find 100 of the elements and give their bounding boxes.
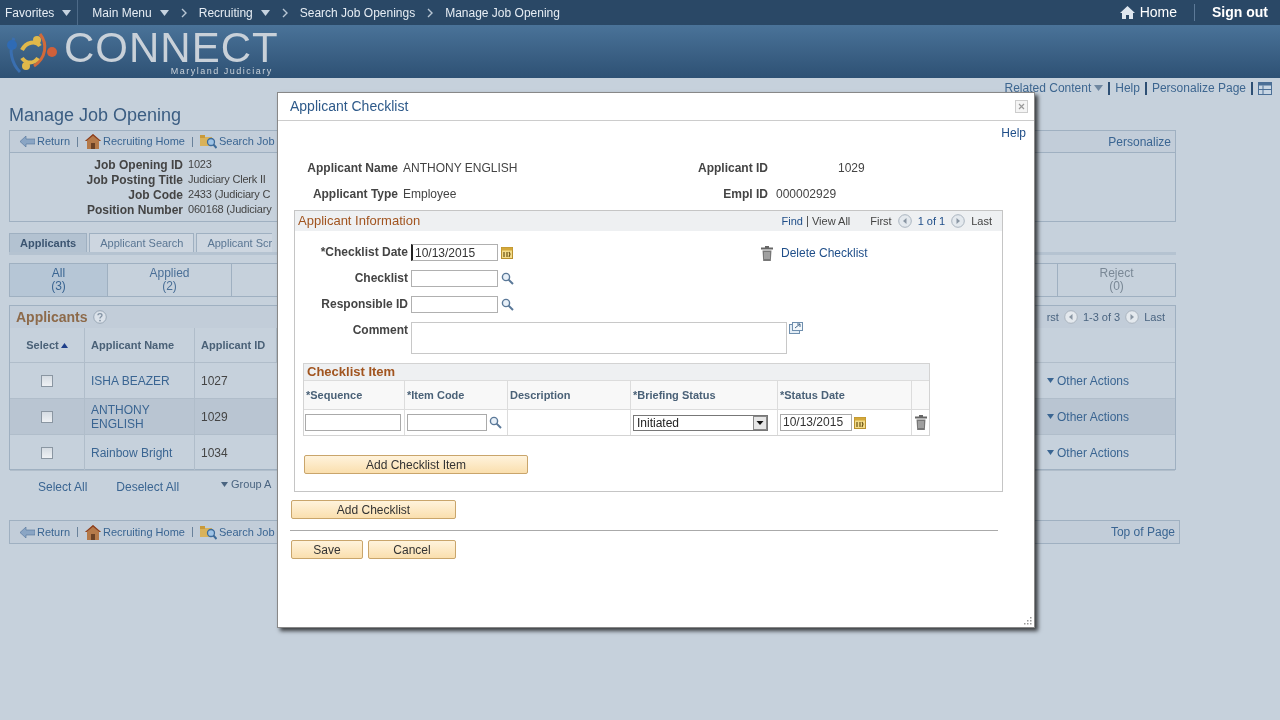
previous-icon[interactable] <box>1063 310 1078 324</box>
calendar-icon[interactable] <box>854 416 866 429</box>
back-arrow-icon <box>20 136 35 147</box>
last-link[interactable]: Last <box>1144 308 1165 326</box>
applicant-name-link[interactable]: Rainbow Bright <box>91 445 173 460</box>
status-tab[interactable]: All (3) <box>10 264 108 296</box>
field-value: 060168 (Judiciary <box>188 202 272 218</box>
toolbar-link[interactable]: Return <box>20 523 71 541</box>
input-field[interactable] <box>411 270 498 287</box>
checkbox[interactable] <box>41 374 53 387</box>
delete-checklist-link[interactable]: Delete Checklist <box>761 244 868 262</box>
table-cell-text: 1029 <box>201 408 228 426</box>
toolbar-link[interactable]: Recruiting Home <box>85 133 185 150</box>
search-icon[interactable] <box>501 298 514 311</box>
add-checklist-item-button[interactable]: Add Checklist Item <box>304 455 528 474</box>
applicant-name-link[interactable]: ISHA BEAZER <box>91 373 170 388</box>
breadcrumb-link[interactable]: Search Job Openings <box>299 3 416 22</box>
field-label: Empl ID <box>722 186 768 203</box>
field-label: *Checklist Date <box>319 244 409 261</box>
search-icon[interactable] <box>501 272 514 285</box>
back-arrow-icon <box>20 526 35 538</box>
next-icon[interactable] <box>1125 310 1140 324</box>
first-link[interactable]: First <box>870 212 892 230</box>
status-tab[interactable]: Applied (2) <box>108 264 232 296</box>
view-all-link[interactable]: View All <box>811 212 851 230</box>
last-link[interactable]: Last <box>971 212 992 230</box>
house-icon <box>85 134 102 149</box>
field-label: Responsible ID <box>320 296 409 313</box>
add-checklist-button[interactable]: Add Checklist <box>291 500 456 519</box>
grid-action-link[interactable]: Deselect All <box>116 478 180 496</box>
chevron-icon <box>281 7 288 18</box>
home-link[interactable]: Home <box>1119 2 1177 23</box>
calendar-icon[interactable] <box>501 246 513 259</box>
other-actions-link[interactable]: Other Actions <box>1047 399 1175 434</box>
field-value: 2433 (Judiciary C <box>188 187 271 203</box>
find-link[interactable]: Find <box>781 212 803 230</box>
breadcrumb-link[interactable]: Main Menu <box>92 3 169 22</box>
home-icon <box>1119 6 1135 19</box>
toolbar-link[interactable]: Search Job <box>199 523 275 541</box>
chevron-icon <box>180 7 187 18</box>
toolbar-link[interactable]: Search Job <box>199 133 275 150</box>
save-button[interactable]: Save <box>291 540 363 559</box>
field-label: Job Code <box>127 187 183 204</box>
first-link[interactable]: rst <box>1046 308 1059 326</box>
toolbar-link[interactable]: Recruiting Home <box>85 523 185 541</box>
column-header[interactable]: Select <box>26 336 59 354</box>
field-value: 1029 <box>837 160 866 177</box>
help-link[interactable]: Help <box>1001 124 1026 141</box>
sequence-field[interactable] <box>305 414 401 431</box>
header-link[interactable]: Personalize Page <box>1151 79 1246 97</box>
toolbar-link[interactable]: Top of Page <box>1110 523 1175 541</box>
field-label: Applicant Name <box>306 160 398 177</box>
status-date-field[interactable]: 10/13/2015 <box>780 414 852 431</box>
column-header: *Status Date <box>780 387 845 403</box>
section-title: Applicant Information <box>298 212 421 231</box>
trash-icon[interactable] <box>761 245 773 261</box>
next-icon[interactable] <box>951 214 966 228</box>
help-icon[interactable] <box>92 310 107 324</box>
page-layout-icon[interactable] <box>1258 81 1272 95</box>
grid-action-link[interactable]: Select All <box>38 478 88 496</box>
comment-field[interactable] <box>411 322 787 354</box>
toolbar-link[interactable]: Personalize <box>1108 132 1171 151</box>
briefing-status-dropdown[interactable]: Initiated <box>633 414 768 431</box>
trash-icon[interactable] <box>914 415 927 430</box>
header-link[interactable]: Help <box>1115 79 1140 97</box>
toolbar-link[interactable]: Return <box>20 133 71 150</box>
expand-icon[interactable] <box>789 322 803 334</box>
input-field[interactable] <box>411 296 498 313</box>
resize-grip-icon[interactable] <box>1022 615 1032 625</box>
breadcrumb-link[interactable]: Favorites <box>5 3 72 22</box>
caret-icon <box>1047 450 1054 455</box>
breadcrumb-link[interactable]: Recruiting <box>198 3 270 22</box>
other-actions-link[interactable]: Other Actions <box>1047 435 1175 470</box>
table-cell-text: 1027 <box>201 372 228 390</box>
folder-search-icon <box>199 134 217 149</box>
applicant-name-link[interactable]: ANTHONY ENGLISH <box>91 402 194 431</box>
header-link[interactable]: Related Content <box>1004 79 1104 97</box>
sort-ascending-icon <box>60 342 68 348</box>
other-actions-link[interactable]: Other Actions <box>1047 363 1175 398</box>
checkbox[interactable] <box>41 410 53 423</box>
item-code-field[interactable] <box>407 414 487 431</box>
previous-icon[interactable] <box>897 214 912 228</box>
sign-out-link[interactable]: Sign out <box>1212 2 1268 23</box>
cancel-button[interactable]: Cancel <box>368 540 456 559</box>
tab[interactable]: Applicant Scr <box>196 233 273 252</box>
date-field[interactable]: 10/13/2015 <box>411 244 498 261</box>
caret-icon <box>1047 378 1054 383</box>
page-range: 1 of 1 <box>917 213 946 229</box>
table-cell-text: 1034 <box>201 444 228 462</box>
close-icon[interactable] <box>1015 100 1028 113</box>
breadcrumb-link[interactable]: Manage Job Opening <box>445 3 560 22</box>
field-value: Employee <box>402 186 458 203</box>
tab[interactable]: Applicants <box>9 233 88 252</box>
tab[interactable]: Applicant Search <box>89 233 195 252</box>
checkbox[interactable] <box>41 446 53 459</box>
field-value: ANTHONY ENGLISH <box>402 160 519 177</box>
grid-action-link[interactable]: Group A <box>221 475 272 493</box>
status-tab[interactable]: Reject (0) <box>1058 264 1175 296</box>
house-icon <box>85 524 102 540</box>
search-icon[interactable] <box>489 416 502 429</box>
